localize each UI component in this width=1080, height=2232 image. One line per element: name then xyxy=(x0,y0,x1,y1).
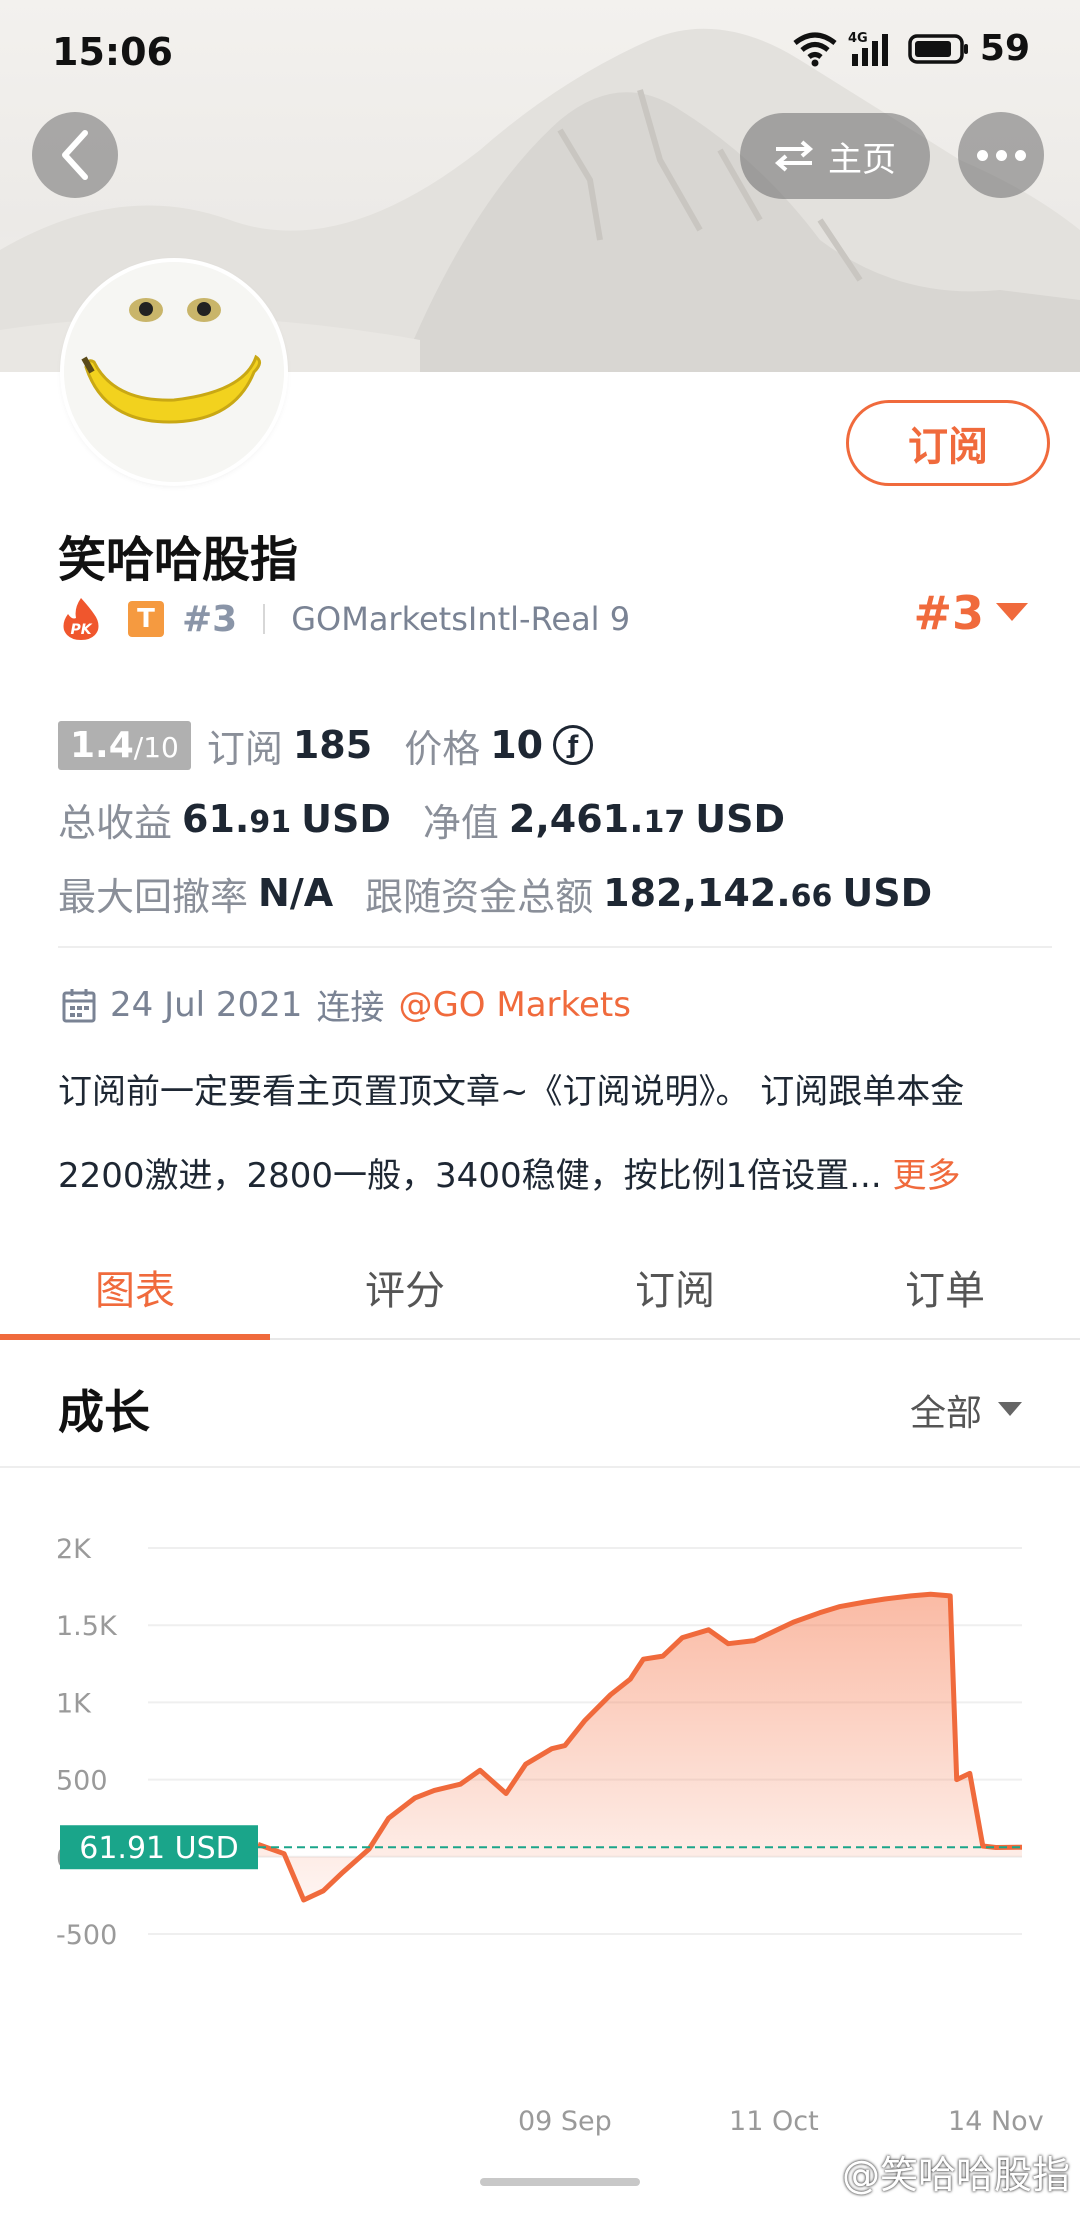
y-tick-label: 1K xyxy=(56,1688,92,1719)
banana-smile-avatar-icon xyxy=(64,262,284,482)
more-options-button[interactable] xyxy=(958,112,1044,198)
y-tick-label: 500 xyxy=(56,1766,108,1797)
chevron-left-icon xyxy=(62,130,88,180)
more-dot-icon xyxy=(995,149,1007,161)
broker-link[interactable]: @GO Markets xyxy=(398,985,631,1025)
subscriptions-value: 185 xyxy=(292,723,373,767)
price-value: 10 xyxy=(490,723,544,767)
status-icons: 4G 59 xyxy=(792,28,1030,69)
wifi-icon xyxy=(793,32,837,66)
tab-rating[interactable]: 评分 xyxy=(270,1236,540,1338)
stats-panel: 1.4/10 订阅 185 价格 10 ƒ 总收益 61.91 USD 净值 2… xyxy=(58,708,1038,930)
stats-row-2: 总收益 61.91 USD 净值 2,461.17 USD xyxy=(58,782,1038,856)
svg-text:4G: 4G xyxy=(848,31,868,46)
total-profit-unit: USD xyxy=(301,797,391,841)
caret-down-icon xyxy=(998,1402,1022,1416)
swap-arrows-icon xyxy=(774,140,814,172)
broker-account: GOMarketsIntl-Real 9 xyxy=(291,600,631,638)
coin-icon: ƒ xyxy=(553,725,594,765)
x-tick-label: 11 Oct xyxy=(729,2106,819,2137)
net-value-label: 净值 xyxy=(422,800,499,845)
back-button[interactable] xyxy=(32,112,118,198)
pk-flame-icon: PK xyxy=(63,598,99,640)
battery-icon xyxy=(908,33,968,64)
more-dot-icon xyxy=(976,149,988,161)
subscribe-button[interactable]: 订阅 xyxy=(846,400,1050,486)
score-badge: 1.4/10 xyxy=(58,720,191,770)
net-value-dec: 17 xyxy=(643,805,686,840)
max-drawdown-value: N/A xyxy=(258,871,334,915)
y-tick-label: 2K xyxy=(56,1534,92,1565)
calendar-icon xyxy=(62,988,96,1022)
stats-row-1: 1.4/10 订阅 185 价格 10 ƒ xyxy=(58,708,1038,782)
type-badge: T xyxy=(128,601,164,637)
follow-funds-int: 182,142. xyxy=(603,871,791,915)
price-label: 价格 xyxy=(404,726,481,771)
subscriptions-label: 订阅 xyxy=(206,726,283,771)
meta-divider xyxy=(263,604,266,634)
caret-down-icon xyxy=(996,603,1028,621)
score-value: 1.4 xyxy=(70,724,134,766)
period-filter-label: 全部 xyxy=(909,1393,982,1434)
connection-info: 24 Jul 2021 连接 @GO Markets xyxy=(62,980,631,1029)
avatar[interactable] xyxy=(64,262,284,482)
growth-title: 成长 xyxy=(58,1385,150,1439)
max-drawdown-label: 最大回撤率 xyxy=(58,874,249,919)
tab-chart[interactable]: 图表 xyxy=(0,1236,270,1340)
home-indicator[interactable] xyxy=(480,2178,640,2186)
period-filter-dropdown[interactable]: 全部 xyxy=(910,1384,1022,1436)
status-bar: 15:06 4G 59 xyxy=(0,0,1080,110)
watermark: @笑哈哈股指 xyxy=(802,2144,1070,2199)
growth-section-header: 成长 全部 xyxy=(0,1344,1080,1468)
rank-small: #3 xyxy=(182,598,238,640)
rank-big-label: #3 xyxy=(913,586,984,640)
profile-meta: PK T #3 GOMarketsIntl-Real 9 xyxy=(60,594,630,644)
more-dot-icon xyxy=(1014,149,1026,161)
connect-label: 连接 xyxy=(316,988,385,1028)
follow-funds-unit: USD xyxy=(842,871,933,915)
growth-chart-svg: 2K1.5K1K5000-50061.91 USD09 Sep11 Oct14 … xyxy=(56,1534,1044,2137)
description-line-2: 2200激进，2800一般，3400稳健，按比例1倍设置... xyxy=(58,1156,882,1196)
total-profit-label: 总收益 xyxy=(58,800,173,845)
pk-badge-text: PK xyxy=(70,622,92,638)
rank-dropdown[interactable]: #3 xyxy=(913,586,1028,640)
score-max: /10 xyxy=(133,730,179,764)
follow-funds-label: 跟随资金总额 xyxy=(365,874,594,919)
more-link[interactable]: 更多 xyxy=(892,1156,960,1196)
y-tick-label: 1.5K xyxy=(56,1611,118,1642)
description-line-1: 订阅前一定要看主页置顶文章~《订阅说明》。 订阅跟单本金 xyxy=(58,1072,965,1112)
tab-orders[interactable]: 订单 xyxy=(810,1236,1080,1338)
since-date: 24 Jul 2021 xyxy=(110,984,303,1025)
growth-chart: 2K1.5K1K5000-50061.91 USD09 Sep11 Oct14 … xyxy=(0,1470,1080,2150)
tab-subscriptions[interactable]: 订阅 xyxy=(540,1236,810,1338)
cellular-signal-icon: 4G xyxy=(848,31,888,66)
net-value-int: 2,461. xyxy=(508,797,644,841)
x-tick-label: 14 Nov xyxy=(948,2106,1044,2137)
total-profit-int: 61. xyxy=(182,797,250,841)
home-button[interactable]: 主页 xyxy=(740,113,930,199)
watermark-text: @笑哈哈股指 xyxy=(841,2153,1070,2197)
y-tick-label: -500 xyxy=(56,1920,117,1951)
total-profit-dec: 91 xyxy=(249,805,292,840)
current-value-label: 61.91 USD xyxy=(79,1831,239,1866)
tab-bar: 图表 评分 订阅 订单 xyxy=(0,1236,1080,1340)
stats-row-3: 最大回撤率 N/A 跟随资金总额 182,142.66 USD xyxy=(58,856,1038,930)
status-time: 15:06 xyxy=(52,30,173,74)
profile-description: 订阅前一定要看主页置顶文章~《订阅说明》。 订阅跟单本金 2200激进，2800… xyxy=(58,1050,1038,1218)
x-tick-label: 09 Sep xyxy=(518,2106,612,2137)
home-button-label: 主页 xyxy=(828,139,896,180)
net-value-unit: USD xyxy=(695,797,786,841)
battery-level: 59 xyxy=(979,28,1030,69)
weibo-logo-icon xyxy=(805,2160,832,2185)
growth-area xyxy=(258,1594,1022,1900)
section-divider xyxy=(58,946,1052,948)
follow-funds-dec: 66 xyxy=(790,879,833,914)
profile-name: 笑哈哈股指 xyxy=(58,532,299,588)
